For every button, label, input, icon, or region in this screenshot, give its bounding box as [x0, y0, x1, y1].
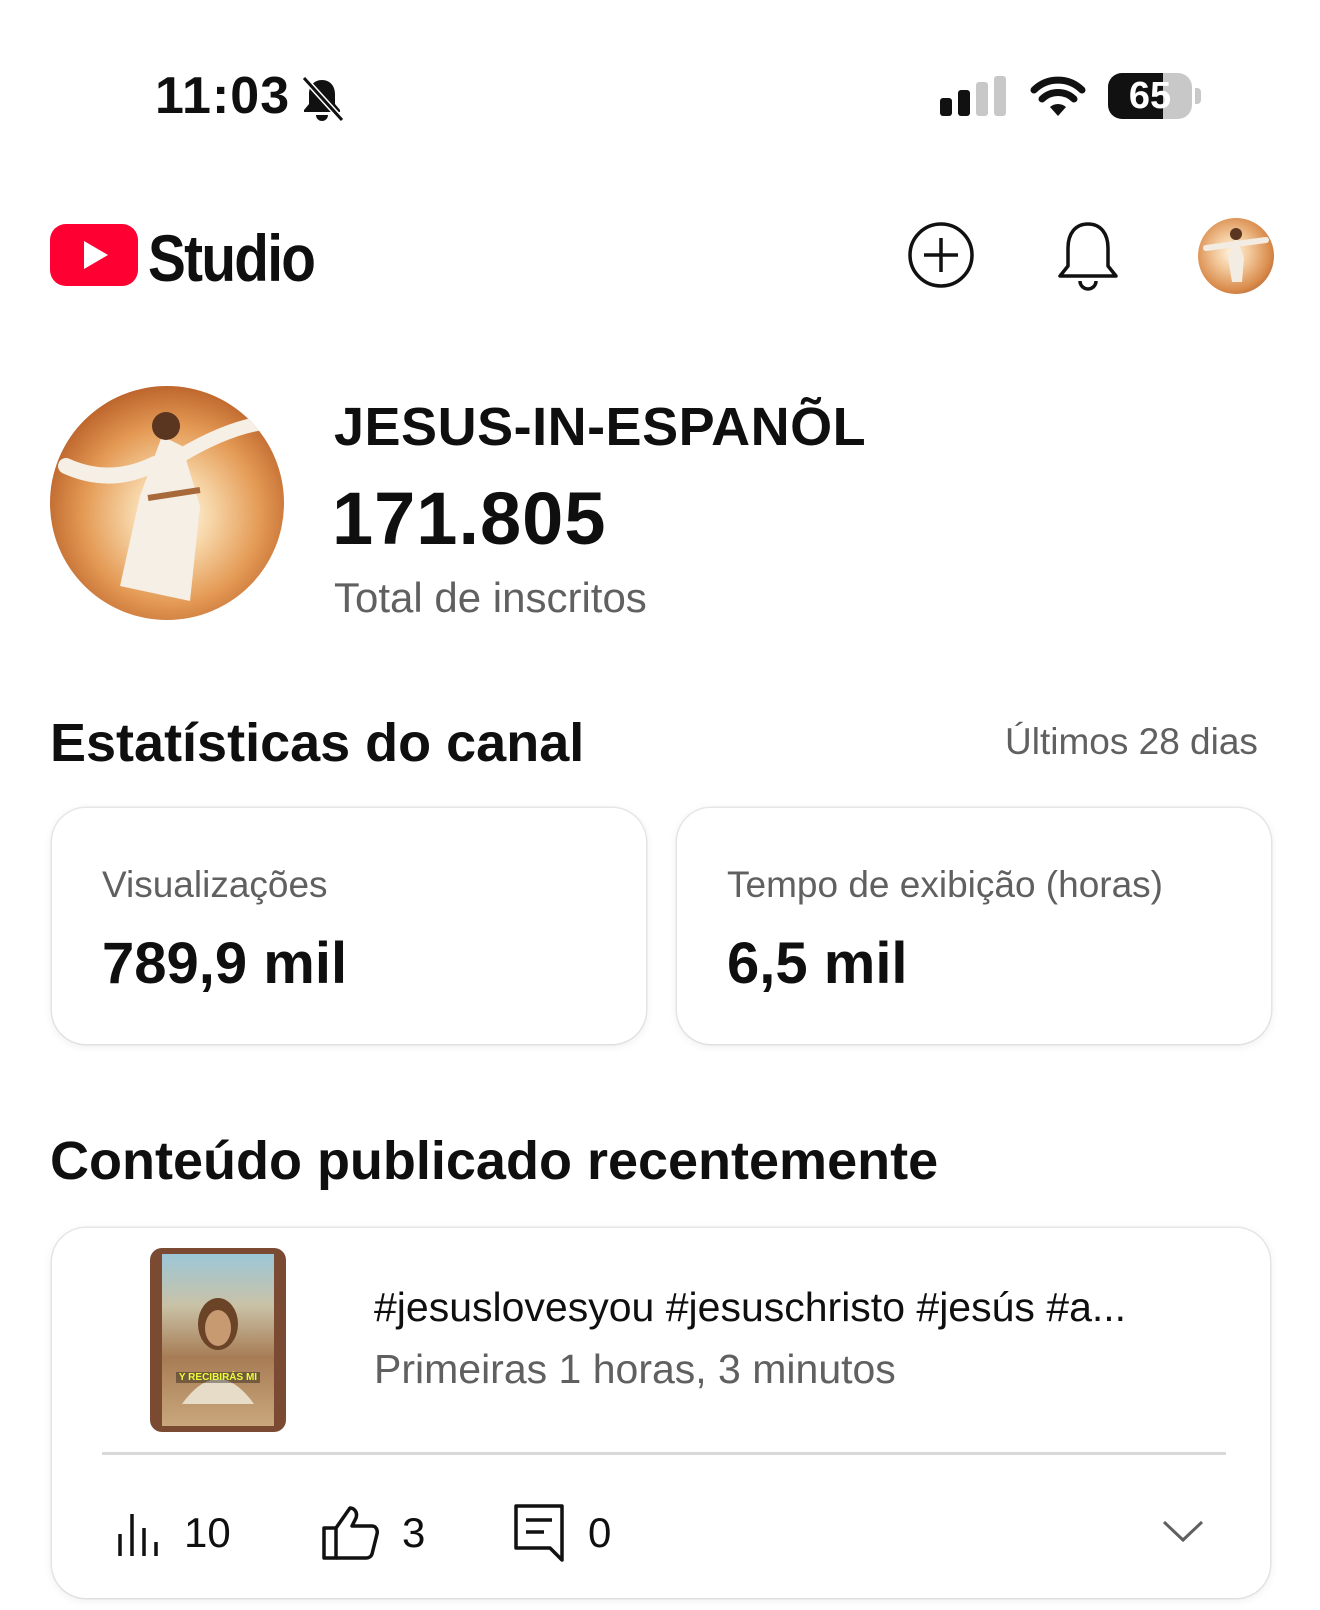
recent-video-card: Y RECIBIRÁS MI #jesuslovesyou #jesuschri… — [52, 1228, 1270, 1598]
battery-percent: 65 — [1128, 75, 1172, 117]
views-value: 789,9 mil — [102, 931, 348, 996]
watch-time-value: 6,5 mil — [727, 931, 908, 996]
video-title[interactable]: #jesuslovesyou #jesuschristo #jesús #a..… — [374, 1284, 1126, 1331]
signal-icon — [940, 76, 1006, 116]
create-plus-icon — [908, 222, 974, 288]
chevron-down-icon — [1162, 1520, 1204, 1543]
channel-avatar — [50, 386, 284, 620]
expand-button[interactable] — [1160, 1508, 1206, 1554]
bell-off-icon — [301, 76, 344, 122]
video-views-metric: 10 — [114, 1498, 231, 1568]
channel-figure-icon — [58, 412, 277, 601]
channel-name: JESUS-IN-ESPANÕL — [334, 397, 867, 457]
video-timeframe: Primeiras 1 horas, 3 minutos — [374, 1346, 896, 1392]
thumbs-up-icon — [322, 1506, 379, 1560]
video-comments-metric: 0 — [512, 1498, 611, 1568]
notifications-button[interactable] — [1054, 218, 1122, 292]
analytics-bars-icon — [118, 1514, 158, 1556]
video-likes-count: 3 — [402, 1509, 426, 1556]
video-thumbnail[interactable]: Y RECIBIRÁS MI — [150, 1248, 286, 1432]
divider — [102, 1452, 1226, 1455]
wifi-icon — [1030, 76, 1086, 116]
create-button[interactable] — [906, 220, 976, 290]
status-time: 11:03 — [155, 67, 291, 125]
subscriber-count: 171.805 — [332, 477, 607, 560]
battery-icon: 65 — [1108, 73, 1201, 119]
stats-period: Últimos 28 dias — [1005, 721, 1258, 762]
thumbnail-caption: Y RECIBIRÁS MI — [176, 1372, 260, 1383]
views-label: Visualizações — [102, 864, 328, 905]
avatar-figure-icon — [1203, 228, 1269, 282]
thumbnail-person-icon — [182, 1298, 254, 1404]
subscriber-label: Total de inscritos — [334, 574, 647, 621]
recent-content-title: Conteúdo publicado recentemente — [50, 1131, 939, 1191]
notification-bell-icon — [1058, 222, 1118, 291]
channel-stats-title: Estatísticas do canal — [50, 713, 585, 773]
watch-time-card[interactable]: Tempo de exibição (horas) 6,5 mil — [677, 808, 1271, 1044]
watch-time-label: Tempo de exibição (horas) — [727, 864, 1163, 905]
video-likes-metric: 3 — [320, 1498, 425, 1568]
video-views-count: 10 — [184, 1509, 231, 1556]
app-title: Studio — [148, 221, 316, 295]
youtube-logo-icon — [50, 224, 138, 286]
views-card[interactable]: Visualizações 789,9 mil — [52, 808, 646, 1044]
account-avatar[interactable] — [1198, 218, 1274, 294]
video-comments-count: 0 — [588, 1509, 612, 1556]
comment-icon — [514, 1504, 564, 1562]
